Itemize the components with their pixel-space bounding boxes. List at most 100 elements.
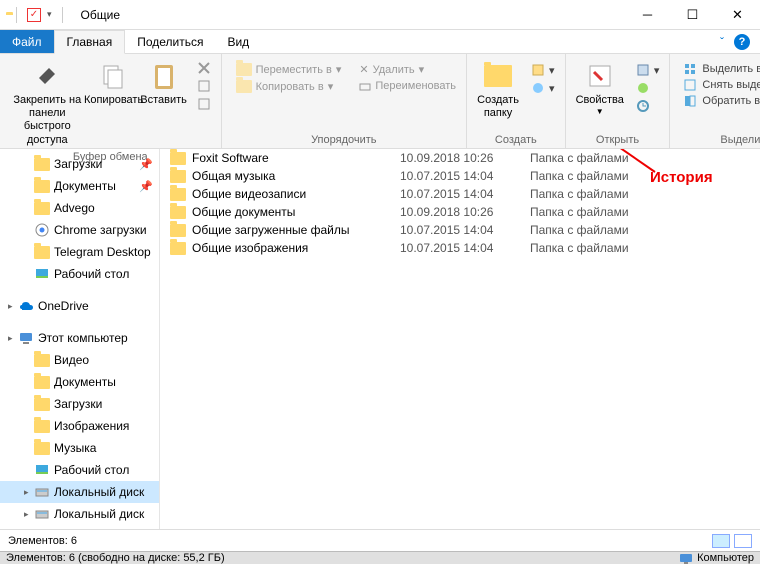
ribbon-collapse-icon[interactable]: ˇ: [720, 35, 724, 49]
properties-button[interactable]: Свойства ▼: [572, 58, 628, 119]
nav-item[interactable]: ▸Локальный диск: [0, 503, 159, 525]
nav-item[interactable]: Документы: [0, 371, 159, 393]
nav-label: Загрузки: [54, 157, 102, 171]
nav-label: Загрузки: [54, 397, 102, 411]
nav-item[interactable]: ▸Этот компьютер: [0, 327, 159, 349]
file-date: 10.07.2015 14:04: [400, 187, 530, 201]
folder-icon: [170, 152, 186, 165]
qat-overflow-icon[interactable]: ▾: [47, 9, 52, 20]
nav-item[interactable]: Рабочий стол: [0, 263, 159, 285]
ribbon-tabs: Файл Главная Поделиться Вид ˇ ?: [0, 30, 760, 54]
nav-item[interactable]: Загрузки📌: [0, 153, 159, 175]
folder-icon: [34, 156, 50, 172]
nav-item[interactable]: Изображения: [0, 415, 159, 437]
select-none-button[interactable]: Снять выделение: [680, 78, 760, 92]
qat-checkbox-icon[interactable]: ✓: [27, 8, 41, 22]
nav-label: Telegram Desktop: [54, 245, 151, 259]
new-item-button[interactable]: ▾: [527, 62, 559, 78]
nav-label: Advego: [54, 201, 95, 215]
help-icon[interactable]: ?: [734, 34, 750, 50]
file-date: 10.07.2015 14:04: [400, 223, 530, 237]
copy-path-button[interactable]: [193, 78, 215, 94]
nav-label: Рабочий стол: [54, 267, 129, 281]
ribbon-group-open: Свойства ▼ ▾ Открыть: [566, 54, 671, 148]
group-label-create: Создать: [473, 132, 559, 146]
minimize-button[interactable]: ─: [625, 0, 670, 30]
file-date: 10.09.2018 10:26: [400, 151, 530, 165]
file-row[interactable]: Общие загруженные файлы10.07.2015 14:04П…: [160, 221, 760, 239]
copy-label: Копировать: [84, 94, 143, 107]
new-folder-button[interactable]: Создать папку: [473, 58, 523, 122]
taskbar: Элементов: 6 (свободно на диске: 55,2 ГБ…: [0, 551, 760, 564]
folder-icon: [34, 178, 50, 194]
history-button[interactable]: [632, 98, 664, 114]
new-folder-label: Создать папку: [477, 94, 519, 120]
edit-button[interactable]: [632, 80, 664, 96]
open-button[interactable]: ▾: [632, 62, 664, 78]
separator: [16, 7, 17, 23]
invert-selection-button[interactable]: Обратить выделение: [680, 94, 760, 108]
nav-item[interactable]: Chrome загрузки: [0, 219, 159, 241]
move-to-button[interactable]: Переместить в ▾: [232, 62, 346, 77]
music-icon: [34, 440, 50, 456]
file-name: Общие загруженные файлы: [192, 223, 349, 237]
copy-button[interactable]: Копировать: [89, 58, 139, 109]
onedrive-icon: [18, 298, 34, 314]
folder-icon: [34, 244, 50, 260]
nav-label: Локальный диск: [54, 507, 144, 521]
delete-button[interactable]: ✕ Удалить ▾: [355, 62, 460, 77]
group-label-select: Выделить: [676, 132, 760, 146]
folder-icon: [170, 206, 186, 219]
nav-item[interactable]: Документы📌: [0, 175, 159, 197]
group-label-organize: Упорядочить: [228, 132, 460, 146]
ribbon-group-create: Создать папку ▾ ▾ Создать: [467, 54, 566, 148]
folder-icon: [170, 224, 186, 237]
file-row[interactable]: Общие видеозаписи10.07.2015 14:04Папка с…: [160, 185, 760, 203]
file-row[interactable]: Foxit Software10.09.2018 10:26Папка с фа…: [160, 149, 760, 167]
paste-shortcut-button[interactable]: [193, 96, 215, 112]
cut-button[interactable]: [193, 60, 215, 76]
taskbar-right: Компьютер: [697, 552, 754, 564]
paste-button[interactable]: Вставить: [139, 58, 189, 109]
pin-quickaccess-button[interactable]: Закрепить на панели быстрого доступа: [6, 58, 89, 149]
folder-icon: [170, 170, 186, 183]
tab-home[interactable]: Главная: [54, 30, 126, 54]
file-row[interactable]: Общие изображения10.07.2015 14:04Папка с…: [160, 239, 760, 257]
easy-access-button[interactable]: ▾: [527, 80, 559, 96]
file-type: Папка с файлами: [530, 169, 660, 183]
view-details-icon[interactable]: [712, 534, 730, 548]
tab-view[interactable]: Вид: [215, 30, 261, 53]
file-type: Папка с файлами: [530, 205, 660, 219]
copy-to-button[interactable]: Копировать в ▾: [232, 79, 346, 94]
docs-icon: [34, 374, 50, 390]
download-icon: [34, 396, 50, 412]
file-date: 10.07.2015 14:04: [400, 241, 530, 255]
select-all-button[interactable]: Выделить все: [680, 62, 760, 76]
folder-icon: [170, 188, 186, 201]
close-button[interactable]: ✕: [715, 0, 760, 30]
file-row[interactable]: Общие документы10.09.2018 10:26Папка с ф…: [160, 203, 760, 221]
nav-item[interactable]: Видео: [0, 349, 159, 371]
nav-item[interactable]: Telegram Desktop: [0, 241, 159, 263]
nav-item[interactable]: ▸OneDrive: [0, 295, 159, 317]
nav-label: Этот компьютер: [38, 331, 128, 345]
nav-label: Видео: [54, 353, 89, 367]
rename-button[interactable]: Переименовать: [355, 79, 460, 93]
file-list[interactable]: История Foxit Software10.09.2018 10:26Па…: [160, 149, 760, 529]
nav-label: Документы: [54, 375, 116, 389]
images-icon: [34, 418, 50, 434]
nav-item[interactable]: Музыка: [0, 437, 159, 459]
nav-item[interactable]: Загрузки: [0, 393, 159, 415]
nav-item[interactable]: Advego: [0, 197, 159, 219]
tab-file[interactable]: Файл: [0, 30, 54, 53]
tab-share[interactable]: Поделиться: [125, 30, 215, 53]
file-row[interactable]: Общая музыка10.07.2015 14:04Папка с файл…: [160, 167, 760, 185]
nav-item[interactable]: Рабочий стол: [0, 459, 159, 481]
file-name: Foxit Software: [192, 151, 269, 165]
nav-item[interactable]: ▸Локальный диск: [0, 481, 159, 503]
nav-label: Музыка: [54, 441, 96, 455]
nav-tree[interactable]: Загрузки📌Документы📌 Advego Chrome загрузки…: [0, 149, 160, 529]
maximize-button[interactable]: ☐: [670, 0, 715, 30]
view-large-icon[interactable]: [734, 534, 752, 548]
taskbar-left: Элементов: 6 (свободно на диске: 55,2 ГБ…: [6, 552, 225, 564]
